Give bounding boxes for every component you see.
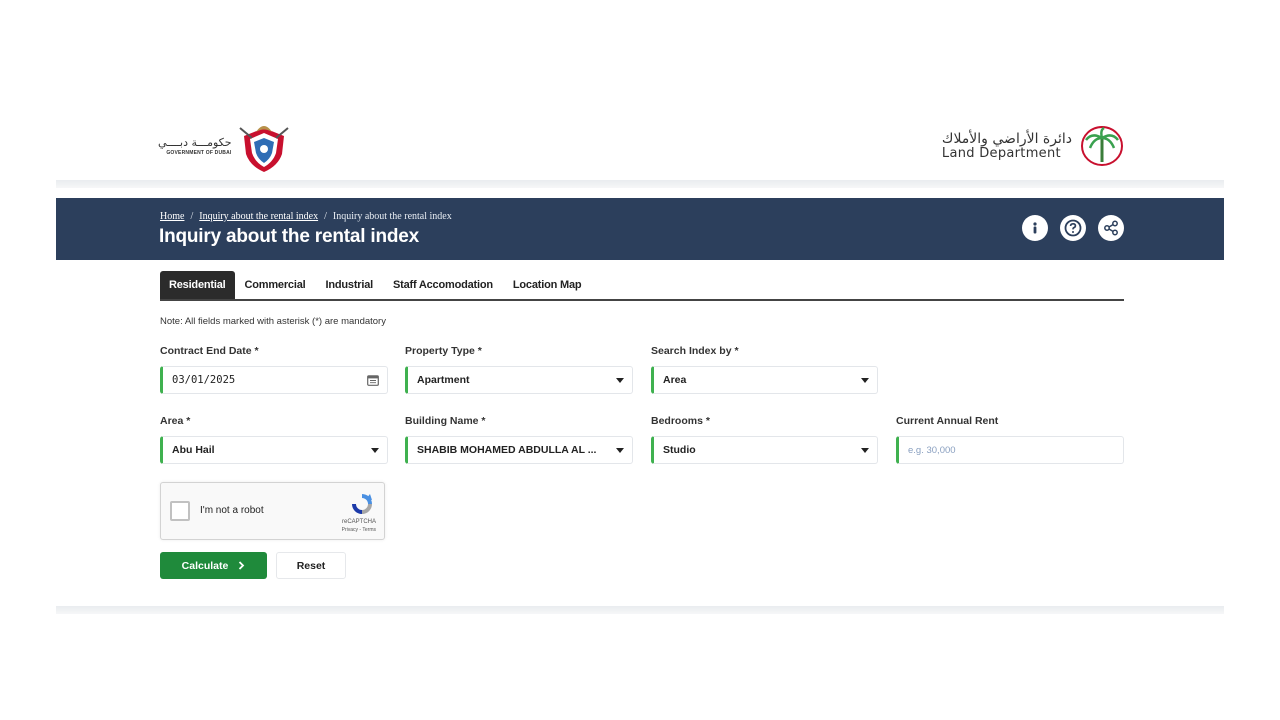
land-department-logo[interactable]: دائرة الأراضي والأملاك Land Department (942, 124, 1124, 168)
contract-end-date-value: 03/01/2025 (172, 374, 236, 386)
contract-end-date-label: Contract End Date * (160, 345, 259, 357)
breadcrumb: Home / Inquiry about the rental index / … (160, 211, 452, 222)
calculate-button-label: Calculate (181, 559, 229, 572)
recaptcha-brand: reCAPTCHA (341, 519, 376, 525)
chevron-down-icon (371, 447, 379, 453)
area-label: Area * (160, 415, 191, 427)
search-index-by-label: Search Index by * (651, 345, 739, 357)
breadcrumb-separator: / (324, 211, 327, 222)
chevron-down-icon (861, 447, 869, 453)
chevron-down-icon (616, 377, 624, 383)
bedrooms-select[interactable]: Studio (651, 436, 878, 464)
breadcrumb-current: Inquiry about the rental index (332, 211, 452, 222)
gov-logo-english: GOVERNMENT OF DUBAI (166, 150, 232, 156)
recaptcha-checkbox[interactable] (170, 501, 190, 521)
chevron-down-icon (861, 377, 869, 383)
recaptcha-logo-icon (352, 494, 372, 514)
banner-actions (1022, 215, 1124, 241)
help-icon (1064, 219, 1082, 237)
area-value: Abu Hail (172, 444, 215, 456)
ld-logo-english: Land Department (941, 146, 1061, 161)
tab-commercial[interactable]: Commercial (235, 271, 316, 299)
logo-header: حكومـــة دبــــي GOVERNMENT OF DUBAI دائ… (56, 112, 1224, 180)
current-annual-rent-label: Current Annual Rent (896, 415, 999, 427)
calculate-button[interactable]: Calculate (160, 552, 267, 579)
current-annual-rent-input[interactable]: e.g. 30,000 (896, 436, 1124, 464)
current-annual-rent-placeholder: e.g. 30,000 (908, 444, 956, 456)
header-divider (56, 180, 1224, 188)
government-of-dubai-logo[interactable]: حكومـــة دبــــي GOVERNMENT OF DUBAI (158, 118, 292, 174)
calendar-icon[interactable] (367, 374, 379, 386)
mandatory-fields-note: Note: All fields marked with asterisk (*… (160, 316, 386, 327)
reset-button[interactable]: Reset (276, 552, 346, 579)
info-icon (1033, 222, 1037, 234)
recaptcha-privacy-terms-link[interactable]: Privacy - Terms (342, 527, 376, 533)
share-button[interactable] (1098, 215, 1124, 241)
search-index-by-select[interactable]: Area (651, 366, 878, 394)
area-select[interactable]: Abu Hail (160, 436, 388, 464)
page-title: Inquiry about the rental index (159, 226, 420, 247)
property-type-label: Property Type * (405, 345, 482, 357)
search-index-by-value: Area (663, 374, 687, 386)
help-button[interactable] (1060, 215, 1086, 241)
breadcrumb-home-link[interactable]: Home (160, 211, 184, 222)
palm-tree-icon (1081, 126, 1123, 166)
building-name-label: Building Name * (405, 415, 486, 427)
bedrooms-label: Bedrooms * (651, 415, 710, 427)
tab-staff-accomodation[interactable]: Staff Accomodation (383, 271, 503, 299)
breadcrumb-rental-index-link[interactable]: Inquiry about the rental index (199, 211, 318, 222)
chevron-right-icon (239, 561, 245, 570)
building-name-select[interactable]: SHABIB MOHAMED ABDULLA AL ... (405, 436, 633, 464)
recaptcha-widget: I'm not a robot reCAPTCHA Privacy - Term… (160, 482, 385, 540)
property-type-value: Apartment (417, 374, 470, 386)
building-name-value: SHABIB MOHAMED ABDULLA AL ... (417, 444, 597, 456)
breadcrumb-separator: / (190, 211, 194, 222)
chevron-down-icon (616, 447, 624, 453)
ld-logo-arabic: دائرة الأراضي والأملاك (941, 131, 1072, 147)
recaptcha-label: I'm not a robot (200, 505, 264, 516)
tab-industrial[interactable]: Industrial (315, 271, 383, 299)
tab-residential[interactable]: Residential (160, 271, 235, 299)
property-type-select[interactable]: Apartment (405, 366, 633, 394)
bedrooms-value: Studio (663, 444, 696, 456)
contract-end-date-field[interactable]: 03/01/2025 (160, 366, 388, 394)
page-banner: Home / Inquiry about the rental index / … (56, 198, 1224, 260)
footer-divider (56, 606, 1224, 614)
gov-logo-arabic: حكومـــة دبــــي (158, 136, 232, 149)
tab-location-map[interactable]: Location Map (503, 271, 592, 299)
share-icon (1104, 220, 1118, 236)
property-tabs: Residential Commercial Industrial Staff … (160, 271, 1124, 301)
dubai-emblem-icon (238, 126, 289, 172)
info-button[interactable] (1022, 215, 1048, 241)
